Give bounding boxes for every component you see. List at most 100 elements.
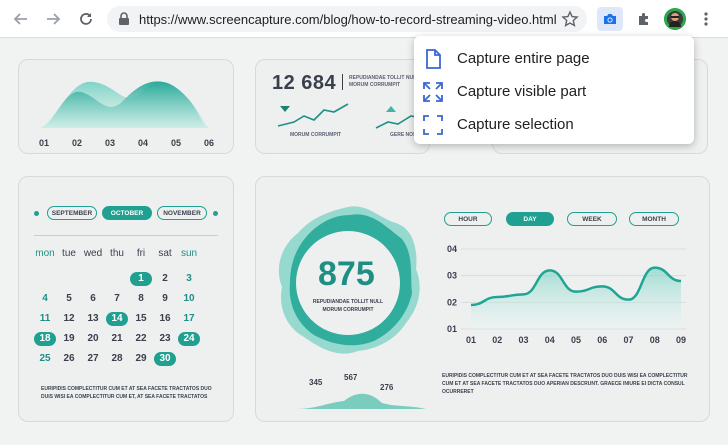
weekday-label: sun [180,248,198,259]
x-tick-label: 01 [466,335,476,345]
calendar-day[interactable]: 11 [34,312,56,326]
lock-icon[interactable] [118,12,130,31]
capture-entire-page-item[interactable]: Capture entire page [414,42,694,75]
gauge-caption: REPUDIANDAE TOLLIT NULL MORUM CORRUMPIT [312,299,384,313]
calendar-day[interactable]: 15 [130,312,152,326]
back-arrow-icon[interactable] [10,8,32,30]
calendar-day[interactable]: 3 [178,272,200,286]
area-tick-label: 06 [204,138,214,148]
down-triangle-icon [280,106,290,112]
forward-arrow-icon[interactable] [42,8,64,30]
up-triangle-icon [386,106,396,112]
mini-value-1: 345 [309,378,323,387]
mini-value-3: 276 [380,383,394,392]
gauge-value: 875 [318,255,375,293]
calendar-day[interactable]: 14 [106,312,128,326]
calendar-day[interactable]: 25 [34,352,56,366]
spark-label-1: MORUM CORRUMPIT [290,132,341,138]
weekday-label: thu [110,248,124,259]
dot-right [213,211,218,216]
calendar-day[interactable]: 13 [82,312,104,326]
mini-value-2: 567 [344,373,358,382]
area-tick-label: 05 [171,138,181,148]
calendar-day[interactable]: 2 [154,272,176,286]
divider [34,235,218,236]
spark-label-2: GERE NOS [390,132,417,138]
dot-left [34,211,39,216]
calendar-day[interactable]: 28 [106,352,128,366]
calendar-day[interactable]: 23 [154,332,176,346]
mini-area-fill [296,393,426,409]
calendar-day[interactable]: 24 [178,332,200,346]
stats-footer-text: EURIPIDIS COMPLECTITUR CUM ET AT SEA FAC… [442,373,688,395]
x-tick-label: 07 [624,335,634,345]
x-tick-label: 06 [597,335,607,345]
address-bar[interactable]: https://www.screencapture.com/blog/how-t… [107,6,587,32]
calendar-day[interactable]: 9 [154,292,176,306]
calendar-day[interactable]: 1 [130,272,152,286]
month-pill-november[interactable]: NOVEMBER [157,206,207,220]
calendar-day[interactable]: 5 [58,292,80,306]
page-icon [422,48,444,70]
weekday-label: mon [35,248,55,259]
area-chart: 01 02 03 04 05 06 [39,81,214,148]
x-tick-label: 03 [519,335,529,345]
y-tick-label: 04 [447,244,457,254]
range-pill-day[interactable]: DAY [506,212,554,226]
line-chart: 01 02 03 04 01 02 03 04 05 06 07 08 09 [447,244,686,345]
month-pill-september[interactable]: SEPTEMBER [47,206,97,220]
calendar-day[interactable]: 22 [130,332,152,346]
calendar-day[interactable]: 16 [154,312,176,326]
weekday-label: sat [158,248,172,259]
camera-extension-icon[interactable] [597,7,623,31]
x-tick-label: 04 [545,335,555,345]
calendar-day[interactable]: 30 [154,352,176,366]
expand-corners-icon [422,81,444,103]
weekday-label: tue [62,248,76,259]
weekday-label: wed [83,248,103,259]
number-card: 12 684 REPUDIANDAE TOLLIT NULL MORUM COR… [255,59,430,154]
area-chart-card: 01 02 03 04 05 06 [18,59,234,154]
calendar-day[interactable]: 29 [130,352,152,366]
stats-card: 875 REPUDIANDAE TOLLIT NULL MORUM CORRUM… [255,176,710,422]
x-tick-label: 05 [571,335,581,345]
range-pill-month[interactable]: MONTH [629,212,679,226]
sparkline-area: MORUM CORRUMPIT GERE NOS [277,103,422,138]
month-pill-october[interactable]: OCTOBER [102,206,152,220]
y-tick-label: 02 [447,297,457,307]
calendar-day[interactable]: 10 [178,292,200,306]
calendar-day[interactable]: 12 [58,312,80,326]
weekday-label: fri [136,248,146,259]
capture-selection-item[interactable]: Capture selection [414,108,694,141]
calendar-day[interactable]: 7 [106,292,128,306]
browser-toolbar: https://www.screencapture.com/blog/how-t… [0,0,728,38]
x-tick-label: 02 [492,335,502,345]
more-menu-icon[interactable] [696,8,716,30]
capture-menu: Capture entire page Capture visible part… [414,36,694,144]
calendar-day[interactable]: 6 [82,292,104,306]
calendar-day[interactable]: 4 [34,292,56,306]
range-pill-hour[interactable]: HOUR [444,212,492,226]
calendar-day[interactable]: 19 [58,332,80,346]
calendar-day[interactable]: 27 [82,352,104,366]
calendar-day[interactable]: 17 [178,312,200,326]
area-tick-label: 03 [105,138,115,148]
reload-icon[interactable] [75,8,97,30]
calendar-day[interactable]: 18 [34,332,56,346]
capture-visible-part-item[interactable]: Capture visible part [414,75,694,108]
range-pill-week[interactable]: WEEK [567,212,617,226]
bookmark-star-icon[interactable] [561,10,579,33]
extensions-puzzle-icon[interactable] [633,8,655,30]
calendar-card: SEPTEMBER OCTOBER NOVEMBER mon tue wed thu f… [18,176,234,422]
calendar-day[interactable]: 21 [106,332,128,346]
area-tick-label: 02 [72,138,82,148]
y-tick-label: 01 [447,324,457,334]
calendar-day[interactable]: 8 [130,292,152,306]
x-tick-label: 09 [676,335,686,345]
y-tick-label: 03 [447,271,457,281]
calendar-day[interactable]: 26 [58,352,80,366]
calendar-day[interactable]: 20 [82,332,104,346]
url-text[interactable]: https://www.screencapture.com/blog/how-t… [139,12,557,27]
profile-avatar[interactable] [664,8,686,30]
calendar-footer-text: EURIPIDIS COMPLECTITUR CUM ET AT SEA FAC… [41,386,212,400]
